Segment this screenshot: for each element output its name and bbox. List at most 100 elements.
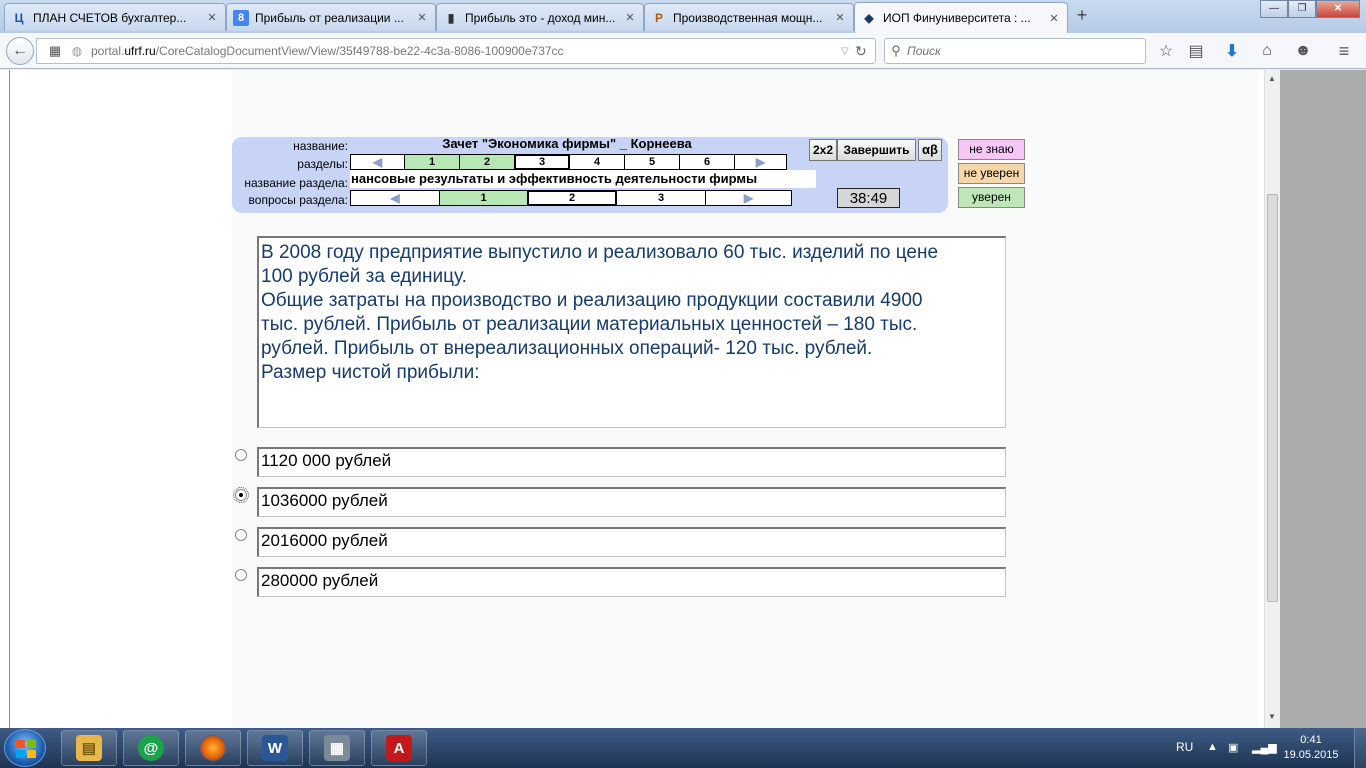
- close-tab-icon[interactable]: ✕: [623, 11, 637, 24]
- tab-title: Прибыль от реализации ...: [255, 10, 404, 25]
- scroll-up-arrow-icon[interactable]: ▲: [1268, 74, 1276, 83]
- input-language-indicator[interactable]: RU: [1176, 740, 1193, 754]
- sections-next-arrow-icon[interactable]: ▶: [734, 154, 787, 170]
- question-line: Общие затраты на производство и реализац…: [261, 290, 923, 311]
- url-path: /CoreCatalogDocumentView/View/35f49788-b…: [155, 44, 564, 58]
- page-list-icon[interactable]: ▦: [45, 41, 65, 61]
- unsure-button[interactable]: не уверен: [958, 163, 1025, 184]
- vertical-scrollbar[interactable]: ▲ ▼: [1264, 70, 1280, 728]
- close-tab-icon[interactable]: ✕: [833, 11, 847, 24]
- close-window-icon[interactable]: ✕: [1316, 0, 1360, 18]
- url-host: ufrf.ru: [124, 44, 156, 58]
- answer-3-option[interactable]: 2016000 рублей: [257, 527, 1006, 557]
- reload-icon[interactable]: ↻: [855, 43, 875, 60]
- calculator-taskbar-button[interactable]: ▦: [309, 730, 365, 766]
- firefox-icon: ●: [200, 735, 226, 761]
- download-icon[interactable]: ⬇: [1222, 41, 1242, 61]
- letter-ts-site-icon: Ц: [14, 10, 24, 25]
- firefox-taskbar-button[interactable]: ●: [185, 730, 241, 766]
- minimize-icon[interactable]: —: [1260, 0, 1288, 18]
- search-bar[interactable]: ⚲: [884, 38, 1146, 64]
- question-line: В 2008 году предприятие выпустило и реал…: [261, 242, 939, 263]
- section-1[interactable]: 1: [404, 154, 460, 170]
- show-desktop-button[interactable]: [1354, 728, 1366, 768]
- answer-1-radio[interactable]: [235, 449, 247, 461]
- mail-agent-taskbar-button[interactable]: @: [123, 730, 179, 766]
- maximize-icon[interactable]: ❐: [1288, 0, 1316, 18]
- book-icon: ▮: [447, 10, 455, 25]
- label-name: название:: [293, 139, 348, 153]
- sections-prev-arrow-icon[interactable]: ◀: [350, 154, 405, 170]
- close-tab-icon[interactable]: ✕: [1047, 12, 1061, 25]
- tab-title: ИОП Финуниверситета : ...: [883, 11, 1031, 25]
- section-6[interactable]: 6: [679, 154, 735, 170]
- finish-button[interactable]: Завершить: [837, 139, 916, 161]
- file-explorer-icon: ▤: [76, 735, 102, 761]
- section-3[interactable]: 3: [514, 154, 570, 170]
- new-tab-plus-icon[interactable]: +: [1072, 6, 1092, 26]
- dropdown-arrow-icon[interactable]: ▽: [841, 46, 855, 57]
- tab-pribyl-realizacii[interactable]: 8 Прибыль от реализации ... ✕: [226, 3, 436, 31]
- bookmark-star-icon[interactable]: ☆: [1156, 41, 1176, 61]
- question-text: В 2008 году предприятие выпустило и реал…: [257, 236, 1006, 428]
- tab-pribyl-dohod[interactable]: ▮ Прибыль это - доход мин... ✕: [436, 3, 644, 31]
- question-3[interactable]: 3: [616, 190, 706, 206]
- tab-title: ПЛАН СЧЕТОВ бухгалтер...: [33, 10, 187, 25]
- adobe-reader-taskbar-button[interactable]: A: [371, 730, 427, 766]
- label-section-name: название раздела:: [244, 176, 348, 190]
- questions-next-arrow-icon[interactable]: ▶: [705, 190, 792, 206]
- network-device-icon[interactable]: ▣: [1228, 741, 1238, 754]
- signal-strength-icon[interactable]: ▂▄▆: [1252, 741, 1277, 754]
- system-clock[interactable]: 0:41 19.05.2015: [1276, 733, 1346, 763]
- tab-proizvodstvennaya-moshchnost[interactable]: P Производственная мощн... ✕: [644, 3, 854, 31]
- chat-smiley-icon[interactable]: ☻: [1293, 41, 1313, 61]
- word-taskbar-button[interactable]: W: [247, 730, 303, 766]
- tab-strip: Ц ПЛАН СЧЕТОВ бухгалтер... ✕ 8 Прибыль о…: [0, 0, 1366, 33]
- close-tab-icon[interactable]: ✕: [415, 11, 429, 24]
- back-arrow-icon[interactable]: ←: [6, 37, 34, 65]
- mail-ru-agent-icon: @: [138, 735, 164, 761]
- browser-margin: [1280, 70, 1366, 728]
- answer-1-option[interactable]: 1120 000 рублей: [257, 447, 1006, 477]
- tab-title: Прибыль это - доход мин...: [465, 10, 616, 25]
- question-2[interactable]: 2: [527, 190, 617, 206]
- answer-4-option[interactable]: 280000 рублей: [257, 567, 1006, 597]
- file-explorer-taskbar-button[interactable]: ▤: [61, 730, 117, 766]
- letter-p-site-icon: P: [654, 10, 663, 25]
- bookmarks-list-icon[interactable]: ▤: [1186, 41, 1206, 61]
- word-icon: W: [262, 735, 288, 761]
- url-prefix: portal.: [91, 44, 125, 58]
- globe-icon: ◍: [71, 44, 83, 58]
- grid-2x2-button[interactable]: 2x2: [809, 139, 837, 161]
- url-bar[interactable]: ▦ ◍ portal.ufrf.ru/CoreCatalogDocumentVi…: [36, 38, 876, 64]
- graduation-cap-icon: ◆: [864, 11, 874, 25]
- show-hidden-icons-arrow-icon[interactable]: ▲: [1207, 741, 1218, 753]
- answer-4-radio[interactable]: [235, 569, 247, 581]
- windows-logo-icon: [16, 740, 36, 758]
- tab-plan-schetov[interactable]: Ц ПЛАН СЧЕТОВ бухгалтер... ✕: [4, 3, 226, 31]
- timer: 38:49: [837, 188, 900, 208]
- scrollbar-thumb[interactable]: [1267, 194, 1278, 602]
- question-line: рублей. Прибыль от внереализационных опе…: [261, 338, 873, 359]
- start-button[interactable]: [4, 729, 46, 767]
- alpha-beta-button[interactable]: αβ: [918, 139, 942, 161]
- menu-hamburger-icon[interactable]: ≡: [1334, 41, 1354, 61]
- dont-know-button[interactable]: не знаю: [958, 139, 1025, 160]
- clock-time: 0:41: [1300, 734, 1322, 746]
- answer-3-radio[interactable]: [235, 529, 247, 541]
- section-title: нансовые результаты и эффективность деят…: [350, 170, 816, 188]
- section-4[interactable]: 4: [569, 154, 625, 170]
- questions-prev-arrow-icon[interactable]: ◀: [350, 190, 440, 206]
- sure-button[interactable]: уверен: [958, 187, 1025, 208]
- section-2[interactable]: 2: [459, 154, 515, 170]
- answer-2-radio[interactable]: [233, 487, 249, 503]
- url-text[interactable]: portal.ufrf.ru/CoreCatalogDocumentView/V…: [37, 44, 841, 58]
- home-icon[interactable]: ⌂: [1257, 41, 1277, 61]
- scroll-down-arrow-icon[interactable]: ▼: [1268, 712, 1276, 721]
- section-5[interactable]: 5: [624, 154, 680, 170]
- tab-iop-finuniversiteta[interactable]: ◆ ИОП Финуниверситета : ... ✕: [854, 2, 1068, 33]
- answer-2-option[interactable]: 1036000 рублей: [257, 487, 1006, 517]
- close-tab-icon[interactable]: ✕: [205, 11, 219, 24]
- question-1[interactable]: 1: [439, 190, 528, 206]
- search-input[interactable]: [907, 44, 1137, 58]
